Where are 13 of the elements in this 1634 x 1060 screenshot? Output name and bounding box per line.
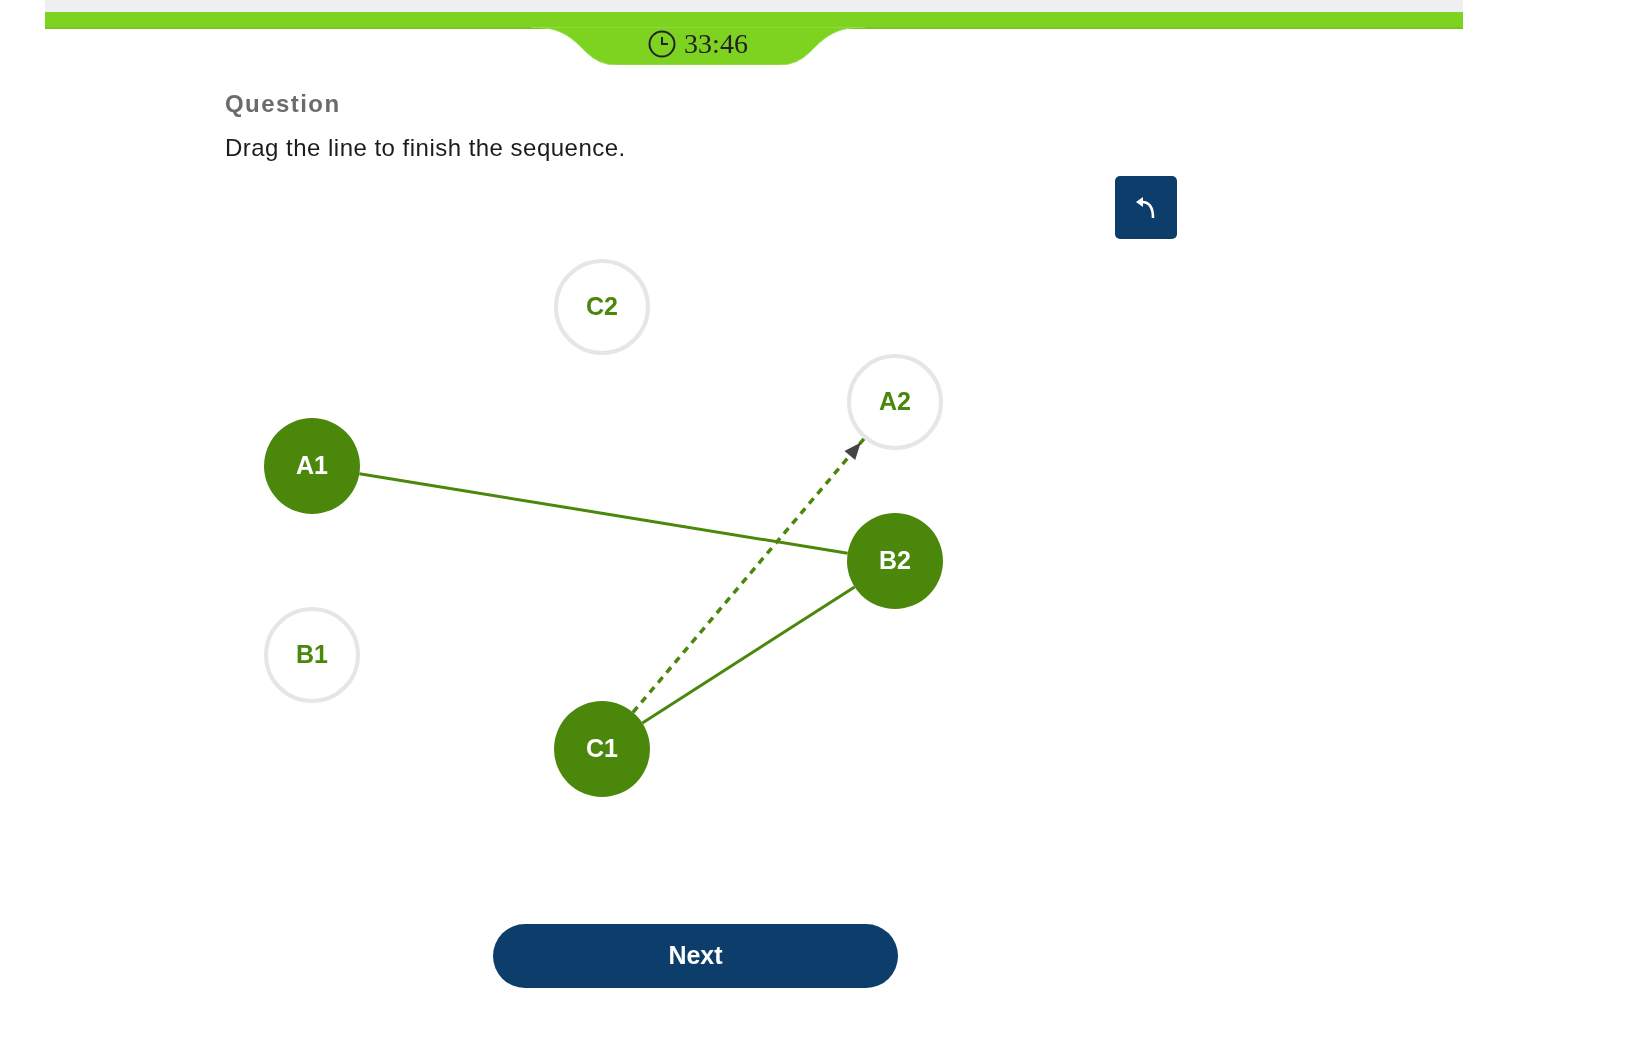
timer-text: 33:46 (684, 28, 748, 60)
sequence-node[interactable]: C1 (554, 701, 650, 797)
sequence-node[interactable]: A1 (264, 418, 360, 514)
sequence-node[interactable]: B2 (847, 513, 943, 609)
clock-icon (648, 30, 677, 58)
sequence-node[interactable]: B1 (264, 607, 360, 703)
undo-icon (1135, 195, 1157, 220)
sequence-node[interactable]: C2 (554, 259, 650, 355)
question-heading: Question (225, 89, 341, 119)
sequence-node[interactable]: A2 (847, 354, 943, 450)
undo-button[interactable] (1115, 176, 1177, 239)
next-button[interactable]: Next (493, 924, 898, 988)
question-prompt: Drag the line to finish the sequence. (225, 133, 626, 163)
